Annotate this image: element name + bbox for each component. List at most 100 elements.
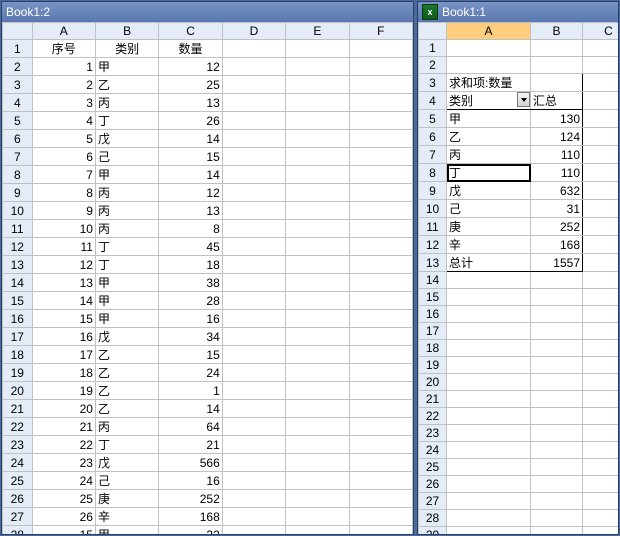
row-header[interactable]: 10: [3, 202, 33, 220]
row-header[interactable]: 17: [419, 323, 447, 340]
cell[interactable]: [447, 527, 531, 535]
row-header[interactable]: 2: [3, 58, 33, 76]
cell[interactable]: [583, 391, 619, 408]
row-header[interactable]: 11: [419, 218, 447, 236]
cell[interactable]: 12: [32, 256, 95, 274]
cell[interactable]: [583, 527, 619, 535]
cell[interactable]: 566: [159, 454, 222, 472]
row-header[interactable]: 17: [3, 328, 33, 346]
cell[interactable]: [447, 40, 531, 57]
cell[interactable]: [447, 57, 531, 74]
row-header[interactable]: 20: [419, 374, 447, 391]
cell[interactable]: [222, 472, 285, 490]
cell[interactable]: 17: [32, 346, 95, 364]
cell[interactable]: 丁: [95, 256, 158, 274]
cell[interactable]: 14: [159, 166, 222, 184]
cell[interactable]: [531, 306, 583, 323]
cell[interactable]: [349, 508, 412, 526]
cell[interactable]: [583, 254, 619, 272]
cell[interactable]: 7: [32, 166, 95, 184]
cell[interactable]: 15: [159, 148, 222, 166]
cell[interactable]: 9: [32, 202, 95, 220]
cell[interactable]: 戊: [95, 130, 158, 148]
cell[interactable]: [583, 442, 619, 459]
row-header[interactable]: 28: [3, 526, 33, 535]
cell[interactable]: [583, 306, 619, 323]
cell[interactable]: [286, 508, 349, 526]
cell[interactable]: [222, 220, 285, 238]
cell[interactable]: 28: [159, 292, 222, 310]
row-header[interactable]: 25: [3, 472, 33, 490]
cell[interactable]: [531, 425, 583, 442]
cell[interactable]: [286, 130, 349, 148]
cell[interactable]: 38: [159, 274, 222, 292]
cell[interactable]: 15: [32, 310, 95, 328]
sheet-right[interactable]: A B C 123求和项:数量4类别汇总5甲1306乙1247丙1108丁110…: [418, 22, 618, 534]
cell[interactable]: 乙: [95, 346, 158, 364]
cell[interactable]: [349, 310, 412, 328]
cell[interactable]: [222, 328, 285, 346]
row-header[interactable]: 27: [3, 508, 33, 526]
cell[interactable]: [222, 400, 285, 418]
cell[interactable]: 16: [159, 310, 222, 328]
cell[interactable]: [531, 493, 583, 510]
row-header[interactable]: 4: [3, 94, 33, 112]
cell[interactable]: [349, 382, 412, 400]
cell[interactable]: [349, 220, 412, 238]
cell[interactable]: 2: [32, 76, 95, 94]
row-header[interactable]: 4: [419, 92, 447, 110]
cell[interactable]: 1: [159, 382, 222, 400]
pivot-value-header[interactable]: 汇总: [531, 92, 583, 110]
cell[interactable]: [222, 166, 285, 184]
cell[interactable]: [222, 112, 285, 130]
row-header[interactable]: 6: [3, 130, 33, 148]
cell[interactable]: [286, 346, 349, 364]
cell[interactable]: [349, 364, 412, 382]
cell[interactable]: [222, 292, 285, 310]
cell[interactable]: [286, 436, 349, 454]
cell[interactable]: 辛: [95, 508, 158, 526]
cell[interactable]: [447, 391, 531, 408]
cell[interactable]: [286, 40, 349, 58]
cell[interactable]: [349, 202, 412, 220]
row-header[interactable]: 14: [419, 272, 447, 289]
cell[interactable]: 丙: [95, 220, 158, 238]
col-header-A[interactable]: A: [32, 23, 95, 40]
cell[interactable]: [286, 148, 349, 166]
cell[interactable]: [286, 310, 349, 328]
cell[interactable]: [222, 346, 285, 364]
cell[interactable]: [349, 94, 412, 112]
cell[interactable]: [531, 510, 583, 527]
cell[interactable]: [531, 408, 583, 425]
row-header[interactable]: 20: [3, 382, 33, 400]
row-header[interactable]: 6: [419, 128, 447, 146]
workbook-window-left[interactable]: Book1:2 A B C D E F 1序号类别数量21甲1232乙2543丙…: [1, 1, 414, 535]
cell[interactable]: [583, 323, 619, 340]
col-header-F[interactable]: F: [349, 23, 412, 40]
cell[interactable]: [286, 418, 349, 436]
row-header[interactable]: 3: [419, 74, 447, 92]
cell[interactable]: 25: [159, 76, 222, 94]
cell[interactable]: [349, 40, 412, 58]
cell[interactable]: [531, 323, 583, 340]
cell[interactable]: [349, 400, 412, 418]
cell[interactable]: [222, 40, 285, 58]
grid-right[interactable]: A B C 123求和项:数量4类别汇总5甲1306乙1247丙1108丁110…: [418, 22, 618, 534]
cell[interactable]: [447, 289, 531, 306]
cell[interactable]: 5: [32, 130, 95, 148]
cell[interactable]: [222, 508, 285, 526]
cell[interactable]: [349, 130, 412, 148]
cell[interactable]: 110: [531, 146, 583, 164]
cell[interactable]: [447, 459, 531, 476]
cell[interactable]: [349, 328, 412, 346]
cell[interactable]: 13: [32, 274, 95, 292]
cell[interactable]: [222, 364, 285, 382]
cell[interactable]: [286, 94, 349, 112]
cell[interactable]: 丁: [95, 436, 158, 454]
row-header[interactable]: 21: [3, 400, 33, 418]
cell[interactable]: [286, 166, 349, 184]
cell[interactable]: [222, 274, 285, 292]
row-header[interactable]: 9: [3, 184, 33, 202]
row-header[interactable]: 24: [3, 454, 33, 472]
cell[interactable]: [447, 408, 531, 425]
